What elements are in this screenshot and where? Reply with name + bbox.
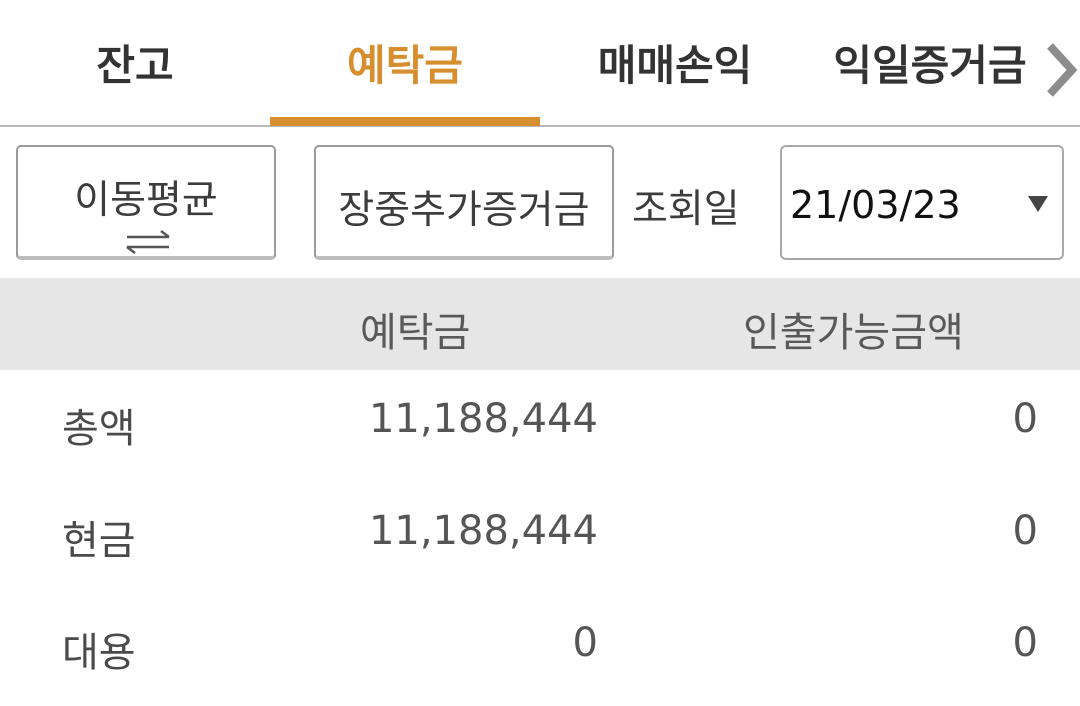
deposit-value: 0	[572, 620, 598, 666]
table-row: 대용 0 0	[0, 594, 1080, 706]
header-withdrawable: 인출가능금액	[743, 310, 964, 356]
moving-average-button[interactable]: 이동평균	[16, 145, 276, 260]
active-tab-indicator	[270, 117, 540, 126]
deposit-value: 11,188,444	[368, 508, 598, 554]
withdrawable-value: 0	[1012, 508, 1038, 554]
table-row: 현금 11,188,444 0	[0, 482, 1080, 594]
table-row: 총액 11,188,444 0	[0, 370, 1080, 482]
intraday-margin-label: 장중추가증거금	[338, 188, 590, 233]
query-date-label: 조회일	[632, 187, 740, 232]
date-select[interactable]: 21/03/23	[780, 145, 1064, 260]
table-header: 예탁금 인출가능금액	[0, 278, 1080, 370]
date-value: 21/03/23	[790, 183, 961, 227]
chevron-right-icon[interactable]	[1040, 40, 1080, 100]
row-label: 대용	[62, 630, 136, 676]
moving-average-label: 이동평균	[74, 178, 218, 223]
withdrawable-value: 0	[1012, 620, 1038, 666]
intraday-margin-button[interactable]: 장중추가증거금	[314, 145, 614, 260]
dropdown-caret-icon	[1028, 196, 1048, 212]
deposit-value: 11,188,444	[368, 396, 598, 442]
tab-trading-pnl[interactable]: 매매손익	[540, 0, 810, 125]
row-label: 총액	[62, 406, 136, 452]
tab-next-day-margin[interactable]: 익일증거금	[810, 0, 1050, 125]
tab-deposit[interactable]: 예탁금	[270, 0, 540, 125]
header-deposit: 예탁금	[360, 310, 471, 356]
withdrawable-value: 0	[1012, 396, 1038, 442]
swap-arrows-icon	[123, 229, 173, 255]
row-label: 현금	[62, 518, 136, 564]
tab-balance[interactable]: 잔고	[0, 0, 270, 125]
tab-bar: 잔고 예탁금 매매손익 익일증거금	[0, 0, 1080, 127]
